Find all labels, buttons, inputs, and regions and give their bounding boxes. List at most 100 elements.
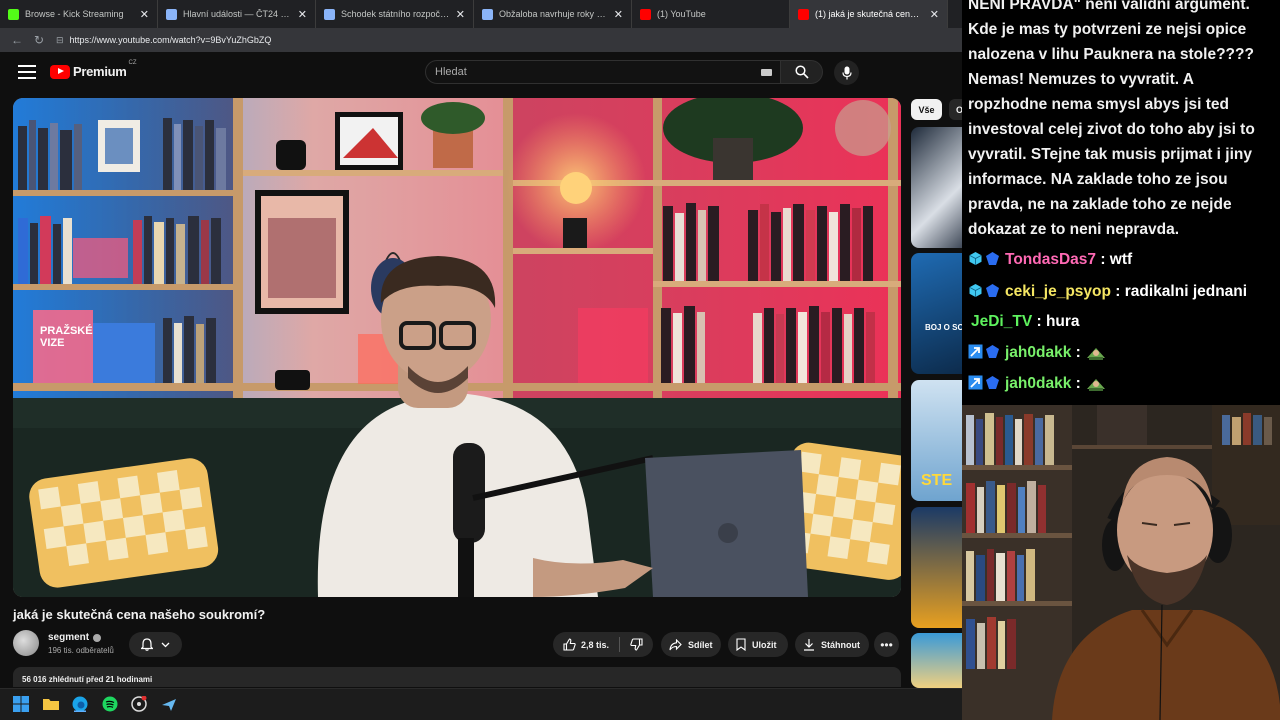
video-player[interactable]: PRAŽSKÉ VIZE	[13, 98, 901, 597]
tab-youtube[interactable]: (1) YouTube	[632, 0, 790, 28]
chat-username[interactable]: jah0dakk	[1005, 375, 1071, 392]
edge-browser-icon[interactable]	[72, 696, 88, 712]
back-arrow-icon[interactable]: ←	[6, 33, 28, 47]
tab-title: (1) YouTube	[657, 9, 706, 19]
tab-kick[interactable]: Browse - Kick Streaming ✕	[0, 0, 158, 28]
tab-current-video[interactable]: (1) jaká je skutečná cena našeho so ✕	[790, 0, 948, 28]
tab-title: (1) jaká je skutečná cena našeho so	[815, 9, 924, 19]
site-info-icon[interactable]: ⊟	[56, 35, 64, 46]
subscriber-count: 196 tis. odběratelů	[48, 646, 114, 655]
menu-icon[interactable]	[18, 65, 36, 79]
close-icon[interactable]: ✕	[298, 8, 307, 21]
save-label: Uložit	[752, 639, 777, 650]
chat-username[interactable]: ceki_je_psyop	[1005, 283, 1111, 300]
microphone-icon	[841, 66, 852, 79]
tab-title: Obžaloba navrhuje roky vězení pro	[499, 9, 608, 19]
logo-region: CZ	[128, 60, 137, 66]
chat-text: :	[1075, 375, 1081, 392]
close-icon[interactable]: ✕	[930, 8, 939, 21]
channel-avatar[interactable]	[13, 630, 39, 656]
chat-username[interactable]: jah0dakk	[1005, 344, 1071, 361]
video-frame: PRAŽSKÉ VIZE	[13, 98, 901, 597]
thumbs-down-icon	[630, 638, 643, 651]
description-box[interactable]: 56 016 zhlédnutí před 21 hodinami	[13, 667, 901, 687]
youtube-favicon-icon	[798, 8, 809, 20]
views-and-date: 56 016 zhlédnutí před 21 hodinami	[22, 675, 153, 684]
thumbs-up-icon	[563, 638, 576, 651]
search-icon	[794, 65, 809, 79]
search-placeholder: Hledat	[435, 66, 467, 78]
close-icon[interactable]: ✕	[140, 8, 149, 21]
url-field[interactable]: ⊟ https://www.youtube.com/watch?v=9BvYuZ…	[56, 31, 962, 49]
steam-icon[interactable]	[161, 696, 177, 712]
chat-message: jah0dakk :	[968, 371, 1107, 396]
chat-text: :	[1075, 344, 1081, 361]
share-icon	[669, 638, 682, 650]
chat-badges	[968, 375, 1000, 390]
close-icon[interactable]: ✕	[614, 8, 623, 21]
search-input[interactable]: Hledat	[425, 60, 781, 84]
tab-obzaloba[interactable]: Obžaloba navrhuje roky vězení pro ✕	[474, 0, 632, 28]
dislike-button[interactable]	[620, 632, 653, 657]
search-button[interactable]	[781, 60, 823, 84]
chat-text: : wtf	[1100, 251, 1133, 268]
spotify-icon[interactable]	[102, 696, 118, 712]
like-dislike-group: 2,8 tis.	[553, 632, 653, 657]
logo-text: Premium	[73, 64, 127, 79]
chat-badges	[968, 344, 1000, 359]
chip-all[interactable]: Vše	[911, 99, 942, 120]
gem-badge-icon	[986, 345, 999, 358]
voice-search-button[interactable]	[834, 60, 859, 85]
obs-icon[interactable]	[131, 696, 147, 712]
keyboard-icon[interactable]	[761, 69, 772, 76]
notifications-button[interactable]	[129, 632, 182, 657]
arrow-badge-icon	[968, 344, 983, 359]
youtube-premium-logo[interactable]: Premium CZ	[50, 60, 137, 79]
bell-icon	[141, 638, 153, 651]
gem-badge-icon	[986, 376, 999, 389]
chat-message: TondasDas7 : wtf	[968, 247, 1132, 272]
gem-badge-icon	[986, 252, 999, 265]
ct24-favicon-icon	[324, 8, 335, 20]
chat-badges	[968, 283, 1000, 298]
channel-name-text: segment	[48, 632, 90, 643]
windows-start-icon[interactable]	[13, 696, 29, 712]
chat-text: : radikalni jednani	[1115, 283, 1248, 300]
video-title: jaká je skutečná cena našeho soukromí?	[13, 607, 266, 622]
more-actions-button[interactable]: •••	[874, 632, 899, 657]
verified-icon	[93, 633, 102, 642]
file-explorer-icon[interactable]	[43, 696, 59, 712]
chat-text: : hura	[1036, 313, 1080, 330]
reload-icon[interactable]: ↻	[28, 33, 50, 47]
download-label: Stáhnout	[821, 639, 860, 650]
url-text: https://www.youtube.com/watch?v=9BvYuZhG…	[69, 35, 272, 45]
chat-message: ceki_je_psyop : radikalni jednani	[968, 279, 1247, 304]
ct24-favicon-icon	[166, 8, 177, 20]
emote-icon	[1087, 348, 1106, 360]
emote-icon	[1087, 379, 1106, 391]
chat-message-long: NENÍ PRAVDA" není validní argument. Kde …	[968, 0, 1255, 238]
webcam-frame	[962, 405, 1280, 720]
channel-name[interactable]: segment	[48, 632, 102, 643]
cube-badge-icon	[969, 252, 982, 265]
youtube-favicon-icon	[640, 8, 651, 20]
chat-username[interactable]: TondasDas7	[1005, 251, 1096, 268]
tab-title: Schodek státního rozpočtu činil v	[341, 9, 450, 19]
tab-title: Browse - Kick Streaming	[25, 9, 124, 19]
cube-badge-icon	[969, 284, 982, 297]
save-button[interactable]: Uložit	[728, 632, 788, 657]
download-button[interactable]: Stáhnout	[795, 632, 869, 657]
chat-badges	[968, 251, 1000, 266]
tab-ct24[interactable]: Hlavní události — ČT24 — Česká t ✕	[158, 0, 316, 28]
close-icon[interactable]: ✕	[456, 8, 465, 21]
chat-username[interactable]: JeDi_TV	[971, 313, 1032, 330]
tab-bar: Browse - Kick Streaming ✕ Hlavní událost…	[0, 0, 962, 28]
chat-message: jah0dakk :	[968, 340, 1107, 365]
gem-badge-icon	[986, 284, 999, 297]
like-count: 2,8 tis.	[581, 639, 610, 650]
more-icon: •••	[880, 637, 893, 652]
share-button[interactable]: Sdílet	[661, 632, 721, 657]
like-button[interactable]: 2,8 tis.	[553, 632, 619, 657]
tab-schodek[interactable]: Schodek státního rozpočtu činil v ✕	[316, 0, 474, 28]
thumbnail-caption: STE	[921, 472, 953, 489]
